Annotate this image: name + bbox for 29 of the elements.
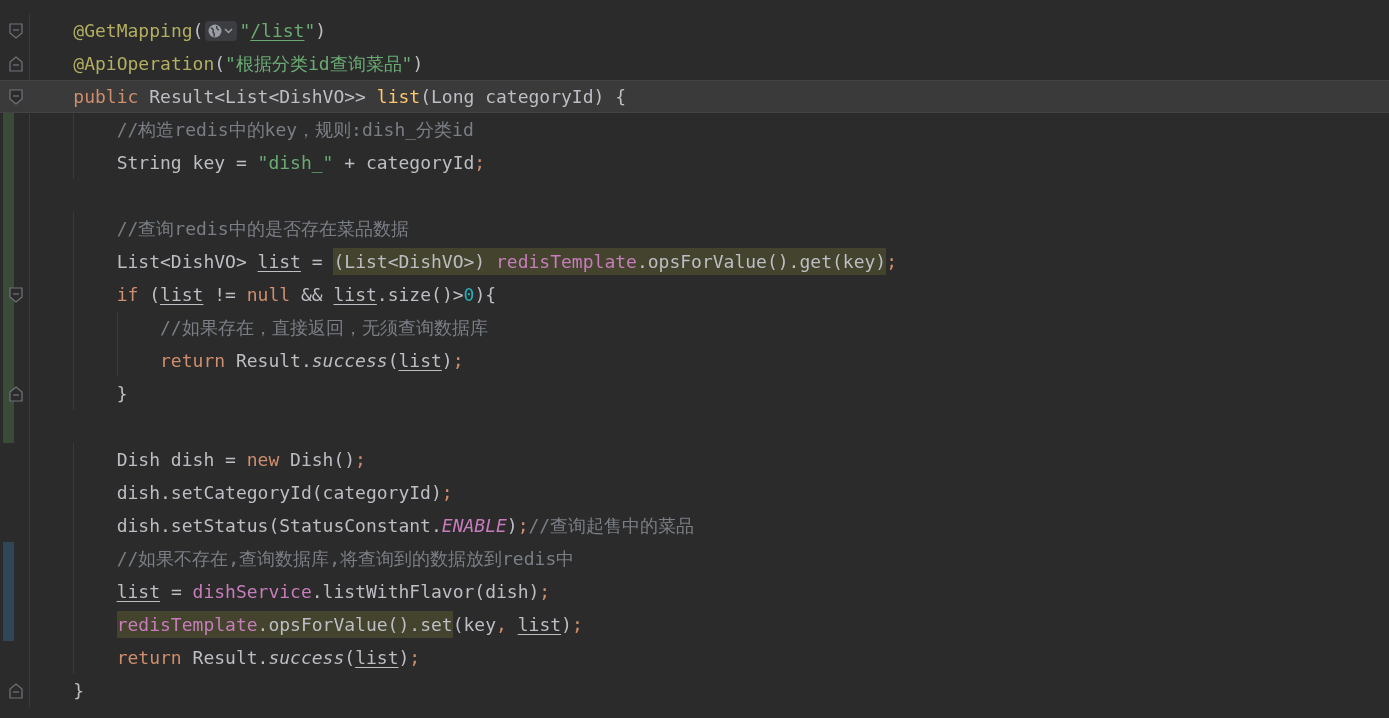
code-text: return Result.success(list); [116, 647, 421, 668]
code-text: String key = "dish_" + categoryId; [116, 152, 486, 173]
code-text: //如果存在，直接返回，无须查询数据库 [160, 315, 488, 340]
fold-icon[interactable] [9, 23, 23, 39]
change-marker[interactable] [3, 410, 14, 443]
code-text: @ApiOperation("根据分类id查询菜品") [73, 51, 424, 76]
fold-icon[interactable] [9, 386, 23, 402]
code-text: list = dishService.listWithFlavor(dish); [116, 581, 551, 602]
fold-icon[interactable] [9, 683, 23, 699]
code-text: if (list != null && list.size()>0){ [116, 284, 497, 305]
fold-icon[interactable] [9, 89, 23, 105]
change-marker[interactable] [3, 113, 14, 146]
change-marker[interactable] [3, 542, 14, 575]
code-text: //构造redis中的key，规则:dish_分类id [116, 117, 474, 142]
code-text: @GetMapping( [73, 20, 204, 41]
code-text: dish.setStatus(StatusConstant.ENABLE);//查询起售中的菜品 [116, 513, 695, 538]
code-text: } [116, 383, 128, 404]
code-text: "/list") [239, 20, 327, 41]
code-text: //如果不存在,查询数据库,将查询到的数据放到redis中 [116, 546, 575, 571]
code-text: //查询redis中的是否存在菜品数据 [116, 216, 409, 241]
code-text: public Result<List<DishVO>> list(Long categoryId) { [73, 86, 627, 107]
fold-icon[interactable] [9, 287, 23, 303]
code-text: Dish dish = new Dish(); [116, 449, 366, 470]
globe-dropdown-icon[interactable] [205, 20, 238, 41]
fold-icon[interactable] [9, 56, 23, 72]
code-text: dish.setCategoryId(categoryId); [116, 482, 453, 503]
code-text: return Result.success(list); [160, 350, 464, 371]
code-text: } [73, 680, 85, 701]
change-marker[interactable] [3, 608, 14, 641]
